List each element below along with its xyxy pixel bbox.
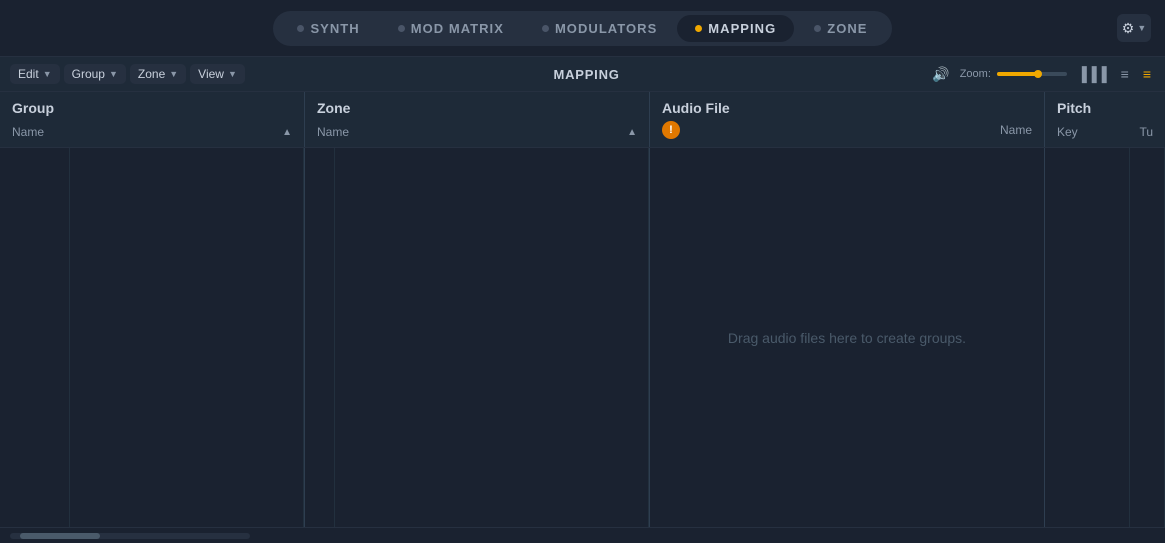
zone-col-bottom: Name ▲ [317, 125, 637, 139]
zone-col-top: Zone [317, 100, 637, 116]
tab-zone[interactable]: ZONE [796, 15, 885, 42]
audio-col-top: Audio File [662, 100, 1032, 116]
grid-icon: ≡ [1143, 66, 1151, 82]
mapping-dot [695, 25, 702, 32]
group-col-bottom: Name ▲ [12, 125, 292, 139]
gear-button[interactable]: ⚙ ▼ [1117, 14, 1151, 42]
tab-zone-label: ZONE [827, 21, 867, 36]
zone-dot [814, 25, 821, 32]
gear-icon: ⚙ [1122, 20, 1135, 37]
warning-icon: ! [662, 121, 680, 139]
scrollbar-area [0, 527, 1165, 543]
zone-menu-button[interactable]: Zone ▼ [130, 64, 186, 84]
nav-tabs: SYNTH MOD MATRIX MODULATORS MAPPING ZONE [273, 11, 891, 46]
zoom-slider-thumb [1034, 70, 1042, 78]
tab-modulators[interactable]: MODULATORS [524, 15, 675, 42]
pitch-subcol-2 [1130, 148, 1165, 527]
group-subcols [0, 148, 304, 527]
audio-col-bottom: ! Name [662, 121, 1032, 139]
edit-label: Edit [18, 67, 39, 81]
col-pitch-header: Pitch Key Tu [1045, 92, 1165, 147]
bars-icon: ▐▐▐ [1077, 66, 1107, 82]
group-col-name: Name [12, 125, 44, 139]
col-zone-header: Zone Name ▲ [305, 92, 650, 147]
group-subcol-1 [0, 148, 70, 527]
group-label: Group [72, 67, 105, 81]
speaker-button[interactable]: 🔊 [928, 64, 953, 85]
tab-mapping[interactable]: MAPPING [677, 15, 794, 42]
gear-chevron-icon: ▼ [1137, 23, 1146, 33]
tab-modulators-label: MODULATORS [555, 21, 657, 36]
zone-subcol-2 [335, 148, 649, 527]
zone-body-col [305, 148, 650, 527]
tab-mapping-label: MAPPING [708, 21, 776, 36]
mod-matrix-dot [398, 25, 405, 32]
zoom-slider-fill [997, 72, 1037, 76]
bars-view-button[interactable]: ▐▐▐ [1073, 64, 1111, 84]
group-chevron-icon: ▼ [109, 69, 118, 79]
zone-chevron-icon: ▼ [169, 69, 178, 79]
col-audio-header: Audio File ! Name [650, 92, 1045, 147]
synth-dot [297, 25, 304, 32]
tab-synth[interactable]: SYNTH [279, 15, 377, 42]
group-menu-button[interactable]: Group ▼ [64, 64, 126, 84]
pitch-col-key: Key [1057, 125, 1078, 139]
pitch-subcol-1 [1045, 148, 1130, 527]
group-subcol-2 [70, 148, 304, 527]
col-group-header: Group Name ▲ [0, 92, 305, 147]
zone-subcols [305, 148, 649, 527]
group-sort-icon[interactable]: ▲ [282, 127, 292, 138]
zoom-label: Zoom: [960, 68, 991, 80]
pitch-body-col [1045, 148, 1165, 527]
zone-label: Zone [138, 67, 165, 81]
table-header: Group Name ▲ Zone Name ▲ Audio File ! Na… [0, 92, 1165, 148]
edit-chevron-icon: ▼ [43, 69, 52, 79]
zone-sort-icon[interactable]: ▲ [627, 127, 637, 138]
edit-menu-button[interactable]: Edit ▼ [10, 64, 60, 84]
zone-col-name: Name [317, 125, 349, 139]
tab-synth-label: SYNTH [310, 21, 359, 36]
view-menu-button[interactable]: View ▼ [190, 64, 245, 84]
view-chevron-icon: ▼ [228, 69, 237, 79]
list-view-button[interactable]: ≡ [1117, 64, 1133, 84]
audio-body-col: Drag audio files here to create groups. [650, 148, 1045, 527]
tab-mod-matrix[interactable]: MOD MATRIX [380, 15, 522, 42]
scrollbar-track[interactable] [10, 533, 250, 539]
pitch-col-tu: Tu [1139, 125, 1153, 139]
group-body-col [0, 148, 305, 527]
audio-col-name: Name [1000, 123, 1032, 137]
top-nav: SYNTH MOD MATRIX MODULATORS MAPPING ZONE… [0, 0, 1165, 56]
zoom-slider[interactable] [997, 72, 1067, 76]
zone-subcol-1 [305, 148, 335, 527]
table-body: Drag audio files here to create groups. [0, 148, 1165, 527]
modulators-dot [542, 25, 549, 32]
toolbar: Edit ▼ Group ▼ Zone ▼ View ▼ MAPPING 🔊 Z… [0, 56, 1165, 92]
group-col-top: Group [12, 100, 292, 116]
pitch-subcols [1045, 148, 1165, 527]
pitch-col-top: Pitch [1057, 100, 1153, 116]
list-icon: ≡ [1121, 66, 1129, 82]
speaker-icon: 🔊 [932, 66, 949, 82]
tab-mod-matrix-label: MOD MATRIX [411, 21, 504, 36]
scrollbar-thumb[interactable] [20, 533, 100, 539]
grid-view-button[interactable]: ≡ [1139, 64, 1155, 84]
toolbar-title: MAPPING [249, 67, 924, 82]
toolbar-right: 🔊 Zoom: ▐▐▐ ≡ ≡ [928, 64, 1155, 85]
drag-hint: Drag audio files here to create groups. [728, 330, 966, 346]
pitch-col-bottom: Key Tu [1057, 125, 1153, 139]
view-label: View [198, 67, 224, 81]
